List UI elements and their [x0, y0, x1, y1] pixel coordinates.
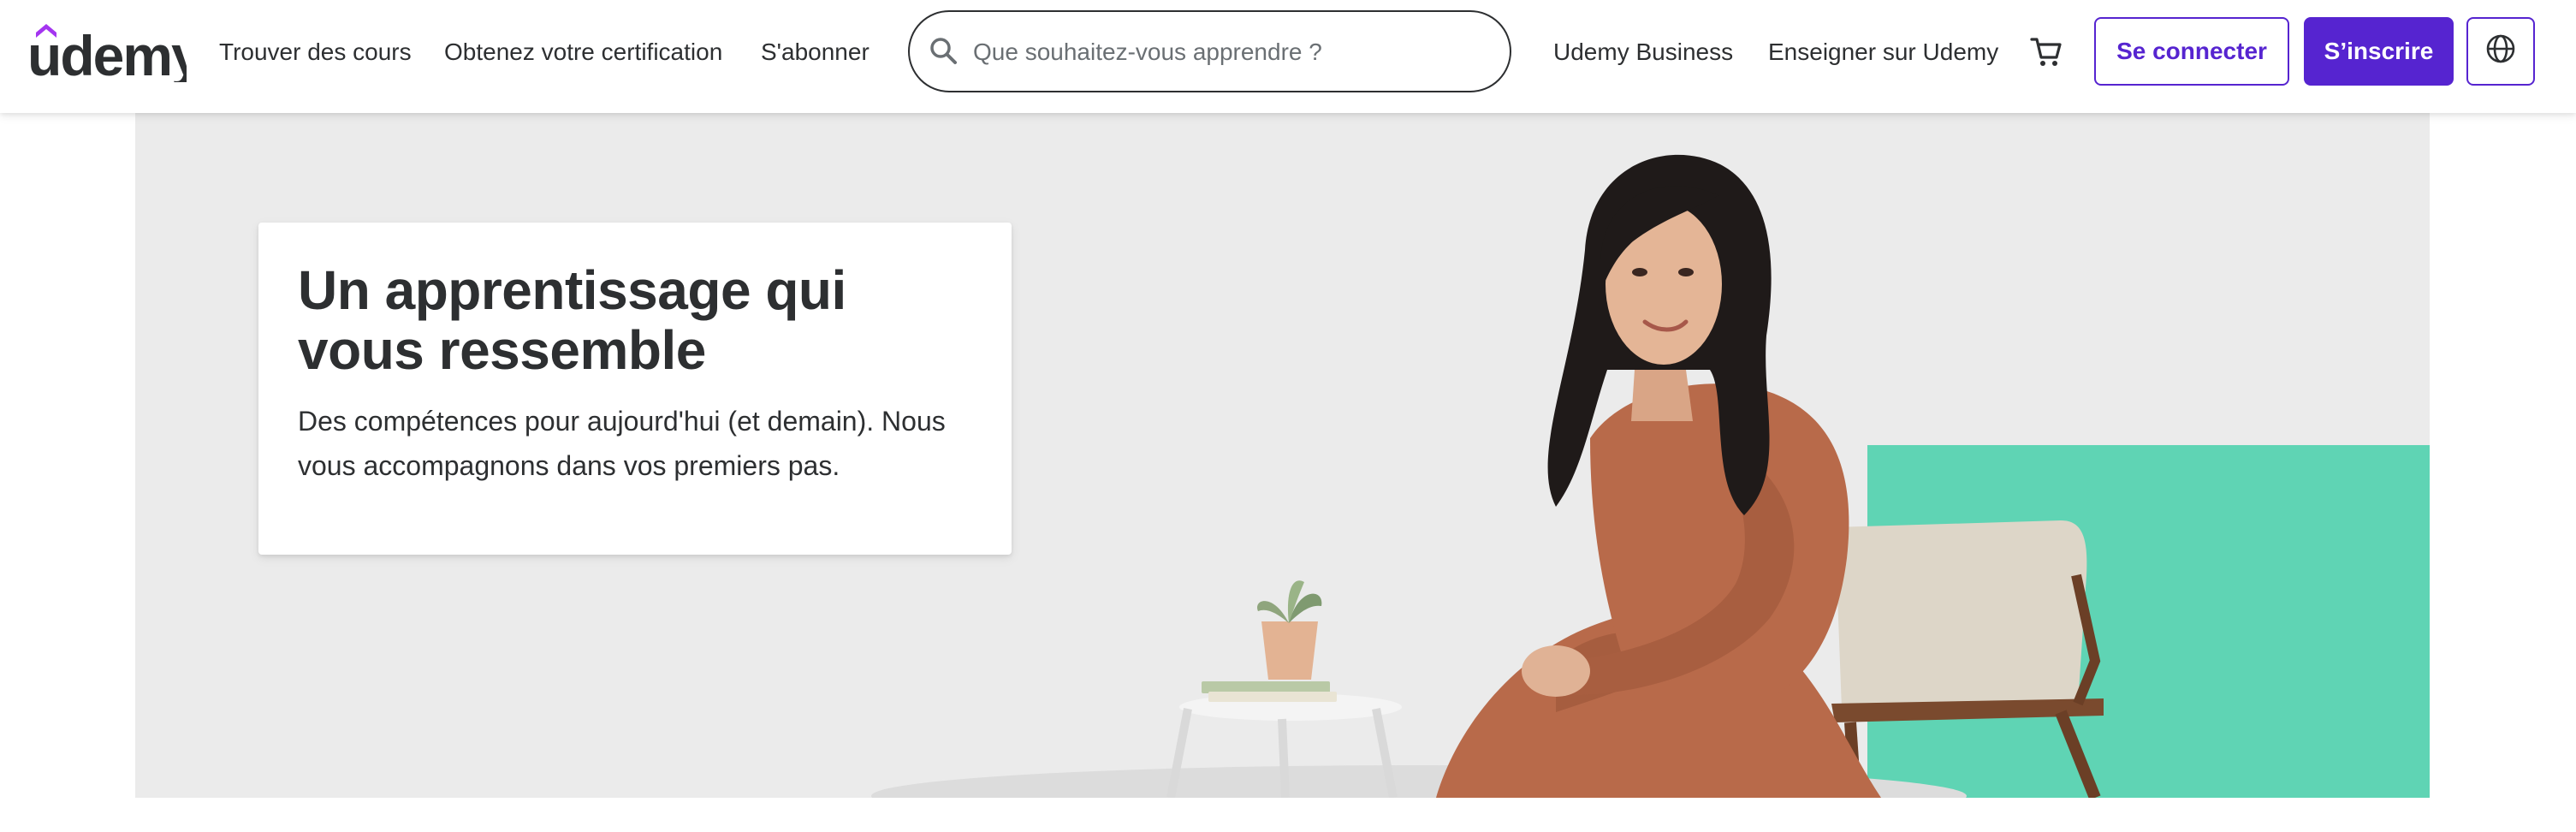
nav-teach[interactable]: Enseigner sur Udemy: [1768, 33, 1998, 72]
hero-card: Un apprentissage qui vous ressemble Des …: [258, 223, 1012, 555]
search-input[interactable]: [973, 33, 1487, 72]
search-icon[interactable]: [927, 34, 961, 68]
udemy-logo[interactable]: udemy: [27, 19, 187, 82]
language-button[interactable]: [2466, 17, 2535, 86]
hero-title: Un apprentissage qui vous ressemble: [298, 259, 846, 381]
globe-icon: [2485, 33, 2516, 70]
login-button[interactable]: Se connecter: [2094, 17, 2289, 86]
nav-find-courses[interactable]: Trouver des cours: [219, 33, 412, 72]
svg-text:udemy: udemy: [27, 24, 187, 82]
cart-icon[interactable]: [2029, 34, 2063, 68]
hero-subtitle: Des compétences pour aujourd'hui (et dem…: [298, 406, 946, 481]
site-header: udemy Trouver des cours Obtenez votre ce…: [0, 0, 2576, 113]
nav-subscribe[interactable]: S'abonner: [761, 33, 870, 72]
nav-certification[interactable]: Obtenez votre certification: [444, 33, 722, 72]
hero-banner: Un apprentissage qui vous ressemble Des …: [135, 113, 2430, 798]
nav-udemy-business[interactable]: Udemy Business: [1553, 33, 1733, 72]
signup-button[interactable]: S’inscrire: [2304, 17, 2454, 86]
search-bar[interactable]: [908, 10, 1511, 92]
